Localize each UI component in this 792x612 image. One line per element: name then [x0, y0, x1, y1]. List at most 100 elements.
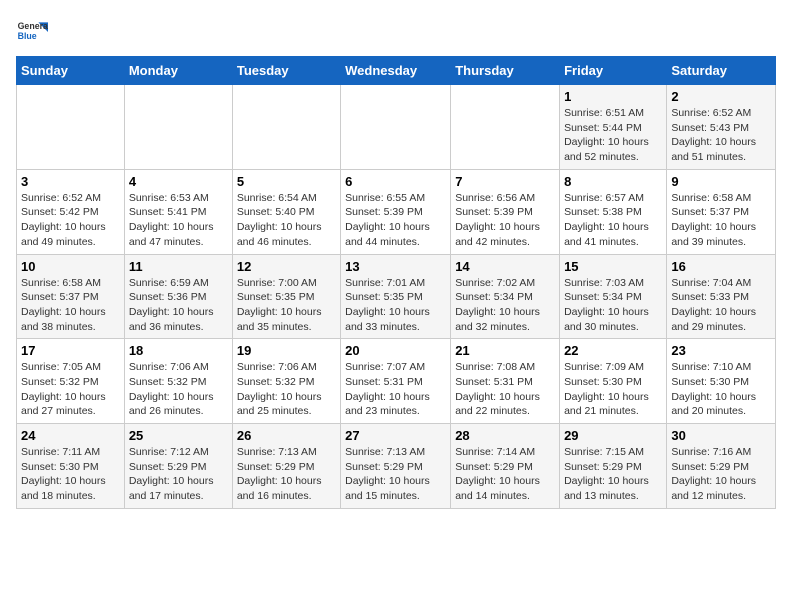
calendar-cell: 19 Sunrise: 7:06 AMSunset: 5:32 PMDayligh… — [232, 339, 340, 424]
day-number: 14 — [455, 259, 555, 274]
day-info: Sunrise: 7:06 AMSunset: 5:32 PMDaylight:… — [129, 360, 228, 419]
day-info: Sunrise: 7:04 AMSunset: 5:33 PMDaylight:… — [671, 276, 771, 335]
calendar-cell: 17 Sunrise: 7:05 AMSunset: 5:32 PMDayligh… — [17, 339, 125, 424]
weekday-header-tuesday: Tuesday — [232, 57, 340, 85]
day-number: 24 — [21, 428, 120, 443]
page-header: General Blue — [16, 16, 776, 48]
day-number: 9 — [671, 174, 771, 189]
calendar-cell: 29 Sunrise: 7:15 AMSunset: 5:29 PMDayligh… — [560, 424, 667, 509]
calendar-cell: 5 Sunrise: 6:54 AMSunset: 5:40 PMDaylight… — [232, 169, 340, 254]
logo: General Blue — [16, 16, 52, 48]
week-row-5: 24 Sunrise: 7:11 AMSunset: 5:30 PMDayligh… — [17, 424, 776, 509]
day-info: Sunrise: 6:55 AMSunset: 5:39 PMDaylight:… — [345, 191, 446, 250]
day-info: Sunrise: 7:15 AMSunset: 5:29 PMDaylight:… — [564, 445, 662, 504]
logo-icon: General Blue — [16, 16, 48, 48]
calendar-cell: 12Sunrise: 7:00 AMSunset: 5:35 PMDayligh… — [232, 254, 340, 339]
day-number: 11 — [129, 259, 228, 274]
day-info: Sunrise: 7:06 AMSunset: 5:32 PMDaylight:… — [237, 360, 336, 419]
day-number: 18 — [129, 343, 228, 358]
day-info: Sunrise: 6:54 AMSunset: 5:40 PMDaylight:… — [237, 191, 336, 250]
day-number: 21 — [455, 343, 555, 358]
weekday-header-thursday: Thursday — [451, 57, 560, 85]
calendar-cell: 26 Sunrise: 7:13 AMSunset: 5:29 PMDayligh… — [232, 424, 340, 509]
day-number: 15 — [564, 259, 662, 274]
calendar-cell: 11 Sunrise: 6:59 AMSunset: 5:36 PMDayligh… — [124, 254, 232, 339]
day-info: Sunrise: 7:03 AMSunset: 5:34 PMDaylight:… — [564, 276, 662, 335]
day-info: Sunrise: 6:58 AMSunset: 5:37 PMDaylight:… — [21, 276, 120, 335]
calendar-table: SundayMondayTuesdayWednesdayThursdayFrid… — [16, 56, 776, 509]
calendar-cell: 22 Sunrise: 7:09 AMSunset: 5:30 PMDayligh… — [560, 339, 667, 424]
calendar-cell: 27 Sunrise: 7:13 AMSunset: 5:29 PMDayligh… — [341, 424, 451, 509]
calendar-cell: 3Sunrise: 6:52 AMSunset: 5:42 PMDaylight… — [17, 169, 125, 254]
day-info: Sunrise: 7:11 AMSunset: 5:30 PMDaylight:… — [21, 445, 120, 504]
day-info: Sunrise: 7:13 AMSunset: 5:29 PMDaylight:… — [345, 445, 446, 504]
day-info: Sunrise: 7:01 AMSunset: 5:35 PMDaylight:… — [345, 276, 446, 335]
weekday-header-saturday: Saturday — [667, 57, 776, 85]
day-info: Sunrise: 6:53 AMSunset: 5:41 PMDaylight:… — [129, 191, 228, 250]
day-number: 23 — [671, 343, 771, 358]
calendar-cell: 21 Sunrise: 7:08 AMSunset: 5:31 PMDayligh… — [451, 339, 560, 424]
calendar-cell: 13 Sunrise: 7:01 AMSunset: 5:35 PMDayligh… — [341, 254, 451, 339]
calendar-cell: 16Sunrise: 7:04 AMSunset: 5:33 PMDayligh… — [667, 254, 776, 339]
day-info: Sunrise: 6:52 AMSunset: 5:43 PMDaylight:… — [671, 106, 771, 165]
day-info: Sunrise: 6:57 AMSunset: 5:38 PMDaylight:… — [564, 191, 662, 250]
day-number: 10 — [21, 259, 120, 274]
week-row-3: 10 Sunrise: 6:58 AMSunset: 5:37 PMDayligh… — [17, 254, 776, 339]
day-number: 13 — [345, 259, 446, 274]
weekday-header-monday: Monday — [124, 57, 232, 85]
day-info: Sunrise: 7:05 AMSunset: 5:32 PMDaylight:… — [21, 360, 120, 419]
day-info: Sunrise: 7:07 AMSunset: 5:31 PMDaylight:… — [345, 360, 446, 419]
calendar-cell: 6 Sunrise: 6:55 AMSunset: 5:39 PMDaylight… — [341, 169, 451, 254]
day-number: 6 — [345, 174, 446, 189]
day-info: Sunrise: 7:16 AMSunset: 5:29 PMDaylight:… — [671, 445, 771, 504]
day-number: 22 — [564, 343, 662, 358]
day-number: 12 — [237, 259, 336, 274]
calendar-cell: 28Sunrise: 7:14 AMSunset: 5:29 PMDayligh… — [451, 424, 560, 509]
day-number: 30 — [671, 428, 771, 443]
day-info: Sunrise: 6:56 AMSunset: 5:39 PMDaylight:… — [455, 191, 555, 250]
day-info: Sunrise: 7:14 AMSunset: 5:29 PMDaylight:… — [455, 445, 555, 504]
day-number: 5 — [237, 174, 336, 189]
calendar-cell: 7 Sunrise: 6:56 AMSunset: 5:39 PMDaylight… — [451, 169, 560, 254]
day-number: 8 — [564, 174, 662, 189]
day-number: 2 — [671, 89, 771, 104]
week-row-1: 1Sunrise: 6:51 AMSunset: 5:44 PMDaylight… — [17, 85, 776, 170]
day-info: Sunrise: 6:58 AMSunset: 5:37 PMDaylight:… — [671, 191, 771, 250]
calendar-cell: 2 Sunrise: 6:52 AMSunset: 5:43 PMDaylight… — [667, 85, 776, 170]
calendar-cell: 1Sunrise: 6:51 AMSunset: 5:44 PMDaylight… — [560, 85, 667, 170]
day-info: Sunrise: 7:02 AMSunset: 5:34 PMDaylight:… — [455, 276, 555, 335]
calendar-cell: 9 Sunrise: 6:58 AMSunset: 5:37 PMDaylight… — [667, 169, 776, 254]
day-info: Sunrise: 7:12 AMSunset: 5:29 PMDaylight:… — [129, 445, 228, 504]
calendar-cell — [341, 85, 451, 170]
calendar-cell: 15 Sunrise: 7:03 AMSunset: 5:34 PMDayligh… — [560, 254, 667, 339]
day-number: 7 — [455, 174, 555, 189]
calendar-cell — [17, 85, 125, 170]
day-number: 17 — [21, 343, 120, 358]
day-number: 29 — [564, 428, 662, 443]
day-number: 26 — [237, 428, 336, 443]
week-row-4: 17 Sunrise: 7:05 AMSunset: 5:32 PMDayligh… — [17, 339, 776, 424]
day-info: Sunrise: 6:52 AMSunset: 5:42 PMDaylight:… — [21, 191, 120, 250]
calendar-cell: 20 Sunrise: 7:07 AMSunset: 5:31 PMDayligh… — [341, 339, 451, 424]
day-info: Sunrise: 7:10 AMSunset: 5:30 PMDaylight:… — [671, 360, 771, 419]
calendar-cell: 14 Sunrise: 7:02 AMSunset: 5:34 PMDayligh… — [451, 254, 560, 339]
calendar-cell: 30 Sunrise: 7:16 AMSunset: 5:29 PMDayligh… — [667, 424, 776, 509]
day-number: 19 — [237, 343, 336, 358]
calendar-cell: 25 Sunrise: 7:12 AMSunset: 5:29 PMDayligh… — [124, 424, 232, 509]
calendar-cell: 18 Sunrise: 7:06 AMSunset: 5:32 PMDayligh… — [124, 339, 232, 424]
day-info: Sunrise: 6:51 AMSunset: 5:44 PMDaylight:… — [564, 106, 662, 165]
day-number: 20 — [345, 343, 446, 358]
day-info: Sunrise: 6:59 AMSunset: 5:36 PMDaylight:… — [129, 276, 228, 335]
weekday-header-row: SundayMondayTuesdayWednesdayThursdayFrid… — [17, 57, 776, 85]
svg-text:General: General — [18, 21, 48, 31]
day-info: Sunrise: 7:13 AMSunset: 5:29 PMDaylight:… — [237, 445, 336, 504]
day-number: 27 — [345, 428, 446, 443]
day-info: Sunrise: 7:09 AMSunset: 5:30 PMDaylight:… — [564, 360, 662, 419]
calendar-cell: 8 Sunrise: 6:57 AMSunset: 5:38 PMDaylight… — [560, 169, 667, 254]
weekday-header-wednesday: Wednesday — [341, 57, 451, 85]
day-number: 25 — [129, 428, 228, 443]
calendar-cell — [232, 85, 340, 170]
day-info: Sunrise: 7:08 AMSunset: 5:31 PMDaylight:… — [455, 360, 555, 419]
calendar-cell: 23 Sunrise: 7:10 AMSunset: 5:30 PMDayligh… — [667, 339, 776, 424]
calendar-cell: 10 Sunrise: 6:58 AMSunset: 5:37 PMDayligh… — [17, 254, 125, 339]
